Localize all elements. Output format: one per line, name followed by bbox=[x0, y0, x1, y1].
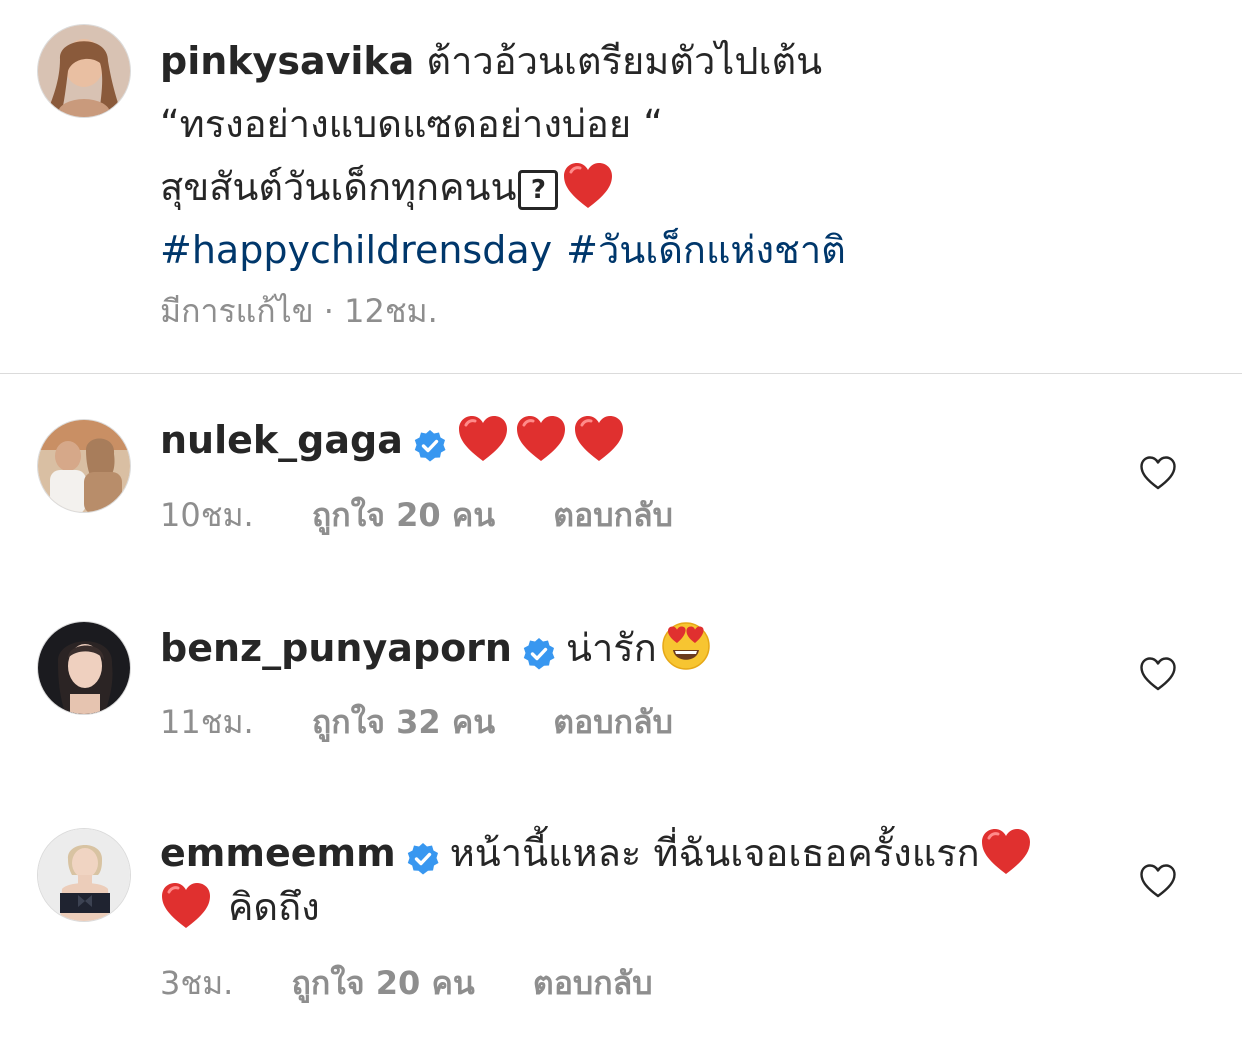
comment-time: 11ชม. bbox=[160, 703, 254, 741]
comment-meta: 3ชม. ถูกใจ 20 คน ตอบกลับ bbox=[160, 958, 653, 1009]
comment-avatar[interactable] bbox=[37, 828, 131, 922]
caption-text-2: “ทรงอย่างแบดแซดอย่างบ่อย “ bbox=[160, 102, 663, 146]
avatar-image bbox=[38, 420, 130, 512]
avatar-image bbox=[38, 25, 130, 117]
comment-username[interactable]: emmeemm bbox=[160, 831, 396, 875]
avatar-image bbox=[38, 829, 130, 921]
verified-badge-icon bbox=[413, 423, 447, 457]
comment-username[interactable]: benz_punyaporn bbox=[160, 626, 512, 670]
reply-button[interactable]: ตอบกลับ bbox=[553, 490, 673, 541]
heart-outline-icon bbox=[1139, 455, 1177, 491]
red-heart-emoji bbox=[515, 415, 567, 463]
comment-body: nulek_gaga bbox=[160, 413, 1080, 467]
like-button[interactable] bbox=[1139, 455, 1177, 491]
comment-time: 10ชม. bbox=[160, 496, 254, 534]
comment-avatar[interactable] bbox=[37, 419, 131, 513]
like-button[interactable] bbox=[1139, 863, 1177, 899]
like-button[interactable] bbox=[1139, 656, 1177, 692]
unknown-glyph-icon: ? bbox=[518, 169, 559, 210]
comment-likes-link[interactable]: ถูกใจ 32 คน bbox=[312, 697, 495, 748]
reply-button[interactable]: ตอบกลับ bbox=[533, 958, 653, 1009]
comment-body: emmeemm หน้านี้แหละ ที่ฉันเจอเธอครั้งแรกค… bbox=[160, 826, 1080, 934]
red-heart-emoji bbox=[980, 828, 1032, 876]
caption-line-1: pinkysavika ต้าวอ้วนเตรียมตัวไปเต้น bbox=[160, 30, 1200, 93]
heart-outline-icon bbox=[1139, 656, 1177, 692]
comment-likes-link[interactable]: ถูกใจ 20 คน bbox=[312, 490, 495, 541]
comment-text-2: คิดถึง bbox=[228, 885, 320, 929]
caption-username[interactable]: pinkysavika bbox=[160, 39, 414, 83]
red-heart-emoji bbox=[457, 415, 509, 463]
comment-text: หน้านี้แหละ ที่ฉันเจอเธอครั้งแรก bbox=[449, 831, 980, 875]
caption-avatar[interactable] bbox=[37, 24, 131, 118]
avatar-image bbox=[38, 622, 130, 714]
red-heart-emoji bbox=[573, 415, 625, 463]
comment-time: 3ชม. bbox=[160, 964, 234, 1002]
caption-text-1: ต้าวอ้วนเตรียมตัวไปเต้น bbox=[426, 39, 823, 83]
heart-outline-icon bbox=[1139, 863, 1177, 899]
verified-badge-icon bbox=[406, 836, 440, 870]
comment-username[interactable]: nulek_gaga bbox=[160, 418, 403, 462]
comment-avatar[interactable] bbox=[37, 621, 131, 715]
comment-text: น่ารัก bbox=[565, 626, 657, 670]
red-heart-emoji bbox=[160, 882, 212, 930]
hashtag-link[interactable]: #happychildrensday bbox=[160, 228, 552, 272]
comment-meta: 10ชม. ถูกใจ 20 คน ตอบกลับ bbox=[160, 490, 673, 541]
caption-meta: มีการแก้ไข · 12ชม. bbox=[160, 292, 438, 330]
hashtag-link[interactable]: #วันเด็กแห่งชาติ bbox=[566, 228, 846, 272]
comment-likes-link[interactable]: ถูกใจ 20 คน bbox=[292, 958, 475, 1009]
comment-body: benz_punyaporn น่ารัก bbox=[160, 621, 1080, 675]
comment-meta: 11ชม. ถูกใจ 32 คน ตอบกลับ bbox=[160, 697, 673, 748]
heart-eyes-emoji bbox=[661, 621, 711, 671]
caption-line-3: สุขสันต์วันเด็กทุกคนน? bbox=[160, 156, 1200, 219]
verified-badge-icon bbox=[522, 631, 556, 665]
caption-hashtags: #happychildrensday #วันเด็กแห่งชาติ bbox=[160, 219, 1200, 282]
divider bbox=[0, 373, 1242, 374]
caption: pinkysavika ต้าวอ้วนเตรียมตัวไปเต้น “ทรง… bbox=[160, 30, 1200, 282]
red-heart-emoji bbox=[562, 162, 614, 210]
caption-text-3: สุขสันต์วันเด็กทุกคนน bbox=[160, 165, 517, 209]
reply-button[interactable]: ตอบกลับ bbox=[553, 697, 673, 748]
